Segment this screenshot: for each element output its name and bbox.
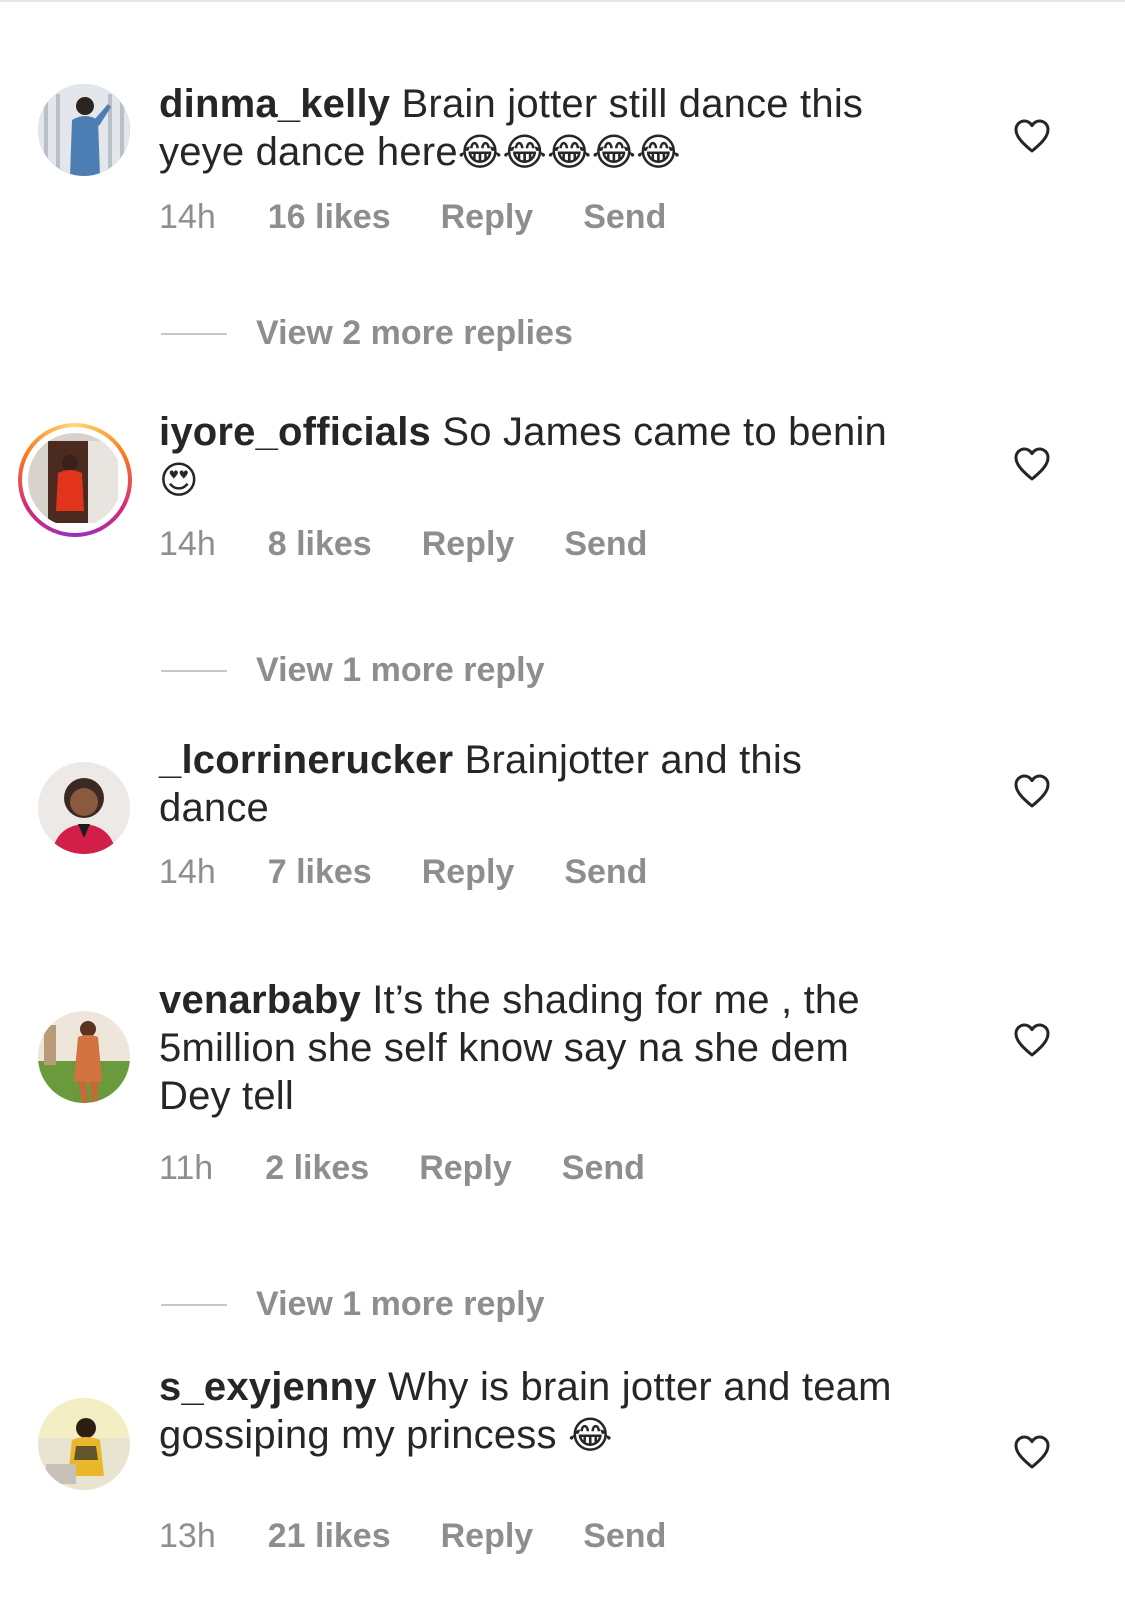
send-button[interactable]: Send xyxy=(564,525,647,564)
comment-text-continued: dance xyxy=(159,786,269,830)
comment-text-continued: 5million she self know say na she dem xyxy=(159,1026,849,1070)
send-button[interactable]: Send xyxy=(562,1149,645,1188)
heart-icon[interactable] xyxy=(1013,1434,1051,1470)
comment-timestamp: 14h xyxy=(159,525,216,563)
view-more-replies-label[interactable]: View 1 more reply xyxy=(256,1285,545,1324)
reply-thread-line xyxy=(161,1304,227,1306)
likes-count[interactable]: 8 likes xyxy=(268,525,372,564)
view-more-replies-label[interactable]: View 1 more reply xyxy=(256,651,545,690)
comment-username[interactable]: s_exyjenny xyxy=(159,1365,377,1409)
comment-text: Why is brain jotter and team xyxy=(388,1365,892,1409)
comment-username[interactable]: iyore_officials xyxy=(159,410,431,454)
send-button[interactable]: Send xyxy=(583,198,666,237)
comment-username[interactable]: _lcorrinerucker xyxy=(159,738,453,782)
avatar[interactable] xyxy=(38,84,130,176)
likes-count[interactable]: 21 likes xyxy=(268,1517,391,1556)
comment-text: It’s the shading for me , the xyxy=(372,978,860,1022)
view-more-replies-label[interactable]: View 2 more replies xyxy=(256,314,573,353)
comment-timestamp: 14h xyxy=(159,853,216,891)
likes-count[interactable]: 2 likes xyxy=(265,1149,369,1188)
comment-text: Brainjotter and this xyxy=(464,738,803,782)
reply-button[interactable]: Reply xyxy=(441,1517,534,1556)
comment-timestamp: 13h xyxy=(159,1517,216,1555)
heart-icon[interactable] xyxy=(1013,446,1051,482)
comment-username[interactable]: venarbaby xyxy=(159,978,361,1022)
avatar[interactable] xyxy=(38,1398,130,1490)
laughing-emoji: 😂😂😂😂😂 xyxy=(457,130,681,174)
avatar[interactable] xyxy=(38,762,130,854)
reply-thread-line xyxy=(161,670,227,672)
laughing-emoji: 😂 xyxy=(568,1413,613,1457)
heart-eyes-emoji: 😍 xyxy=(159,458,199,502)
heart-icon[interactable] xyxy=(1013,118,1051,154)
reply-button[interactable]: Reply xyxy=(419,1149,512,1188)
send-button[interactable]: Send xyxy=(583,1517,666,1556)
comment-text: Brain jotter still dance this xyxy=(401,82,864,126)
avatar xyxy=(28,433,122,527)
comment-timestamp: 11h xyxy=(159,1149,214,1187)
reply-button[interactable]: Reply xyxy=(422,525,515,564)
avatar-with-story-ring[interactable] xyxy=(18,423,132,537)
likes-count[interactable]: 7 likes xyxy=(268,853,372,892)
comment-text: So James came to benin xyxy=(442,410,887,454)
heart-icon[interactable] xyxy=(1013,773,1051,809)
reply-button[interactable]: Reply xyxy=(422,853,515,892)
likes-count[interactable]: 16 likes xyxy=(268,198,391,237)
avatar[interactable] xyxy=(38,1011,130,1103)
comment-text-continued: yeye dance here xyxy=(159,130,458,174)
reply-button[interactable]: Reply xyxy=(441,198,534,237)
top-divider xyxy=(0,0,1125,2)
comment-text-continued: Dey tell xyxy=(159,1074,294,1118)
comment-timestamp: 14h xyxy=(159,198,216,236)
comment-username[interactable]: dinma_kelly xyxy=(159,82,390,126)
send-button[interactable]: Send xyxy=(564,853,647,892)
reply-thread-line xyxy=(161,333,227,335)
heart-icon[interactable] xyxy=(1013,1022,1051,1058)
comment-text-continued: gossiping my princess xyxy=(159,1413,557,1457)
